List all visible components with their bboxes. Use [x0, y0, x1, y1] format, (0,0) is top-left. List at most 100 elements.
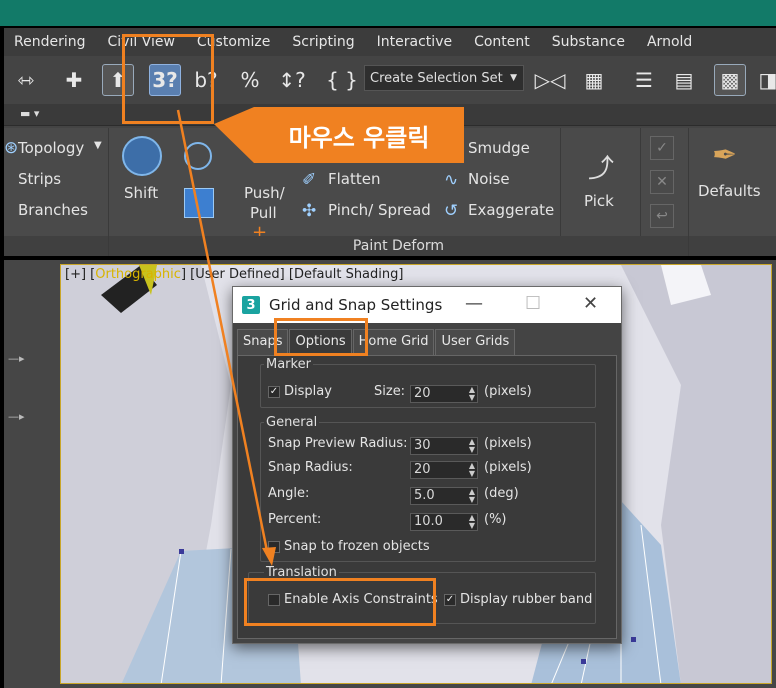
selection-set-label: Create Selection Set	[370, 70, 503, 86]
menu-scripting[interactable]: Scripting	[282, 34, 366, 50]
viewport-label-ortho[interactable]: Orthographic	[95, 267, 181, 282]
percent-label: Percent:	[268, 512, 322, 527]
spinner-arrows-icon[interactable]: ▲ ▼	[469, 488, 475, 504]
smudge-button[interactable]: Smudge	[468, 139, 530, 157]
ribbon-footer	[689, 236, 776, 256]
pull-label: Pull	[250, 204, 277, 222]
layer-explorer-icon[interactable]: ▤	[668, 64, 700, 96]
brush-icon: ✒	[712, 138, 738, 173]
right-click-callout: 마우스 우클릭	[254, 107, 464, 163]
exaggerate-button[interactable]: Exaggerate	[468, 201, 554, 219]
dialog-title: Grid and Snap Settings	[269, 296, 443, 314]
app-window: Rendering Civil View Customize Scripting…	[0, 0, 776, 688]
snap-to-frozen-label: Snap to frozen objects	[284, 539, 430, 554]
close-icon[interactable]: ✕	[650, 170, 674, 194]
branches-button[interactable]: Branches	[18, 201, 88, 219]
flatten-icon: ✐	[302, 170, 317, 190]
tab-user-grids[interactable]: User Grids	[435, 329, 516, 355]
link-icon[interactable]: ⇿	[10, 64, 42, 96]
menu-content[interactable]: Content	[464, 34, 542, 50]
pick-icon: ⤴	[588, 154, 615, 184]
move-icon[interactable]: ✚	[58, 64, 90, 96]
pinch-spread-button[interactable]: Pinch/ Spread	[328, 201, 431, 219]
spinner-arrows-icon[interactable]: ▲ ▼	[469, 438, 475, 454]
menu-arnold[interactable]: Arnold	[637, 34, 704, 50]
shift-button[interactable]: Shift	[124, 184, 158, 202]
percent-unit: (%)	[484, 512, 507, 527]
curve-editor-icon[interactable]: ◨	[752, 64, 776, 96]
menubar: Rendering Civil View Customize Scripting…	[4, 28, 776, 56]
display-rubber-band-checkbox[interactable]: ✓	[444, 594, 456, 606]
pinch-spread-icon: ✣	[302, 201, 317, 221]
snap-preview-radius-value: 30	[414, 438, 431, 453]
minimize-icon[interactable]: —	[465, 293, 483, 314]
named-selection-icon[interactable]: { }	[326, 64, 358, 96]
percent-snap-button[interactable]: %	[234, 64, 266, 96]
push-pull-button[interactable]: Push/	[244, 184, 285, 202]
viewport-arrow-icon: —▸	[8, 352, 25, 365]
ribbon-toggle-icon[interactable]: ▩	[714, 64, 746, 96]
spinner-arrows-icon[interactable]: ▲ ▼	[469, 514, 475, 530]
percent-spinner[interactable]: 10.0 ▲ ▼	[410, 513, 478, 531]
app-logo-icon: 3	[242, 296, 260, 314]
options-tab-highlight	[274, 318, 368, 356]
check-icon[interactable]: ✓	[650, 136, 674, 160]
scale-icon[interactable]	[184, 188, 214, 218]
scene-explorer-icon[interactable]: ☰	[628, 64, 660, 96]
strips-button[interactable]: Strips	[18, 170, 61, 188]
chevron-down-icon[interactable]: ▼	[94, 140, 102, 151]
snap-preview-radius-spinner[interactable]: 30 ▲ ▼	[410, 437, 478, 455]
paint-deform-label: Paint Deform	[109, 236, 688, 256]
general-title: General	[264, 415, 320, 430]
axis-constraints-highlight	[244, 578, 436, 626]
mirror-icon[interactable]: ▷◁	[534, 64, 566, 96]
shift-icon[interactable]	[122, 136, 162, 176]
viewport-label-suffix: ] [User Defined] [Default Shading]	[180, 267, 404, 282]
menu-rendering[interactable]: Rendering	[4, 34, 98, 50]
noise-button[interactable]: Noise	[468, 170, 510, 188]
close-icon[interactable]: ✕	[583, 293, 598, 314]
rotate-icon[interactable]	[184, 142, 212, 170]
selection-set-dropdown[interactable]: Create Selection Set ▼	[364, 65, 524, 91]
title-strip	[0, 0, 776, 26]
menu-interactive[interactable]: Interactive	[367, 34, 464, 50]
chevron-down-icon: ▼	[510, 73, 517, 83]
snap-button-highlight	[122, 34, 214, 124]
size-unit: (pixels)	[484, 384, 532, 399]
spinner-arrows-icon[interactable]: ▲ ▼	[469, 386, 475, 402]
snap-radius-unit: (pixels)	[484, 460, 532, 475]
snap-preview-radius-label: Snap Preview Radius:	[268, 436, 408, 451]
spinner-arrows-icon[interactable]: ▲ ▼	[469, 462, 475, 478]
viewport-label[interactable]: [+] [Orthographic] [User Defined] [Defau…	[65, 267, 403, 282]
align-icon[interactable]: ▦	[578, 64, 610, 96]
topology-button[interactable]: Topology	[18, 139, 84, 157]
menu-substance[interactable]: Substance	[542, 34, 637, 50]
marker-title: Marker	[264, 357, 313, 372]
ribbon-options-icon[interactable]: ▬ ▾	[20, 107, 39, 120]
spinner-snap-button[interactable]: ↕?	[276, 64, 308, 96]
angle-value: 5.0	[414, 488, 435, 503]
display-rubber-band-label: Display rubber band	[460, 592, 593, 607]
pick-button[interactable]: Pick	[584, 192, 614, 210]
topology-icon: ⊛	[4, 138, 19, 158]
snap-to-frozen-checkbox[interactable]	[268, 541, 280, 553]
angle-label: Angle:	[268, 486, 310, 501]
maximize-icon: ☐	[525, 293, 542, 314]
flatten-button[interactable]: Flatten	[328, 170, 381, 188]
marker-size-spinner[interactable]: 20 ▲ ▼	[410, 385, 478, 403]
main-toolbar: ⇿ ✚ ⬆ 3? b? % ↕? { } Create Selection Se…	[4, 56, 776, 104]
snap-radius-spinner[interactable]: 20 ▲ ▼	[410, 461, 478, 479]
angle-spinner[interactable]: 5.0 ▲ ▼	[410, 487, 478, 505]
angle-unit: (deg)	[484, 486, 519, 501]
snap-radius-label: Snap Radius:	[268, 460, 353, 475]
ribbon-footer	[4, 236, 108, 256]
defaults-button[interactable]: Defaults	[698, 182, 761, 200]
display-label: Display	[284, 384, 332, 399]
snap-preview-radius-unit: (pixels)	[484, 436, 532, 451]
undo-icon[interactable]: ↩	[650, 204, 674, 228]
snap-radius-value: 20	[414, 462, 431, 477]
noise-icon: ∿	[444, 170, 459, 190]
display-marker-checkbox[interactable]: ✓	[268, 386, 280, 398]
exaggerate-icon: ↺	[444, 201, 459, 221]
marker-size-value: 20	[414, 386, 431, 401]
